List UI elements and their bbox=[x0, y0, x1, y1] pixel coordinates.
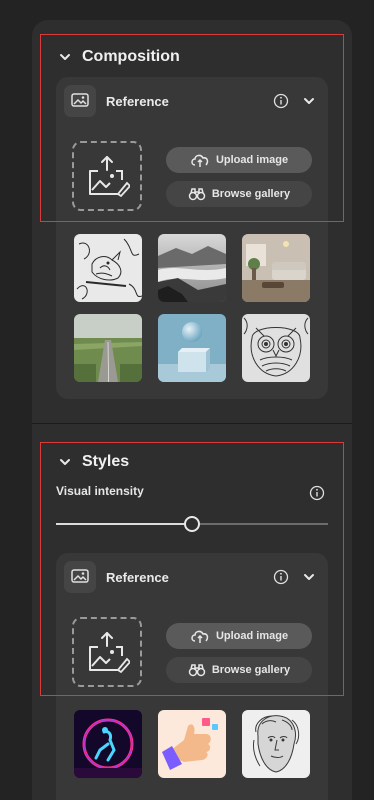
reference-image-icon bbox=[64, 85, 96, 117]
thumbnail-abstract-sphere[interactable] bbox=[158, 314, 226, 382]
visual-intensity-label: Visual intensity bbox=[56, 484, 144, 498]
reference-label: Reference bbox=[106, 93, 169, 109]
reference-header[interactable]: Reference bbox=[64, 84, 320, 118]
browse-gallery-button[interactable]: Browse gallery bbox=[166, 657, 312, 683]
composition-title: Composition bbox=[82, 48, 180, 65]
thumbnail-owl-pattern[interactable] bbox=[242, 314, 310, 382]
thumbnail-country-road[interactable] bbox=[74, 314, 142, 382]
reference-image-icon bbox=[64, 561, 96, 593]
thumbnail-neon-figure[interactable] bbox=[74, 710, 142, 778]
chevron-down-icon[interactable] bbox=[58, 50, 72, 64]
binoculars-icon bbox=[188, 664, 206, 677]
visual-intensity-slider[interactable] bbox=[56, 516, 328, 532]
settings-panel: Composition Reference Upload image Brows… bbox=[32, 20, 352, 800]
browse-gallery-label: Browse gallery bbox=[211, 664, 291, 676]
thumbnail-renaissance-portrait[interactable] bbox=[242, 710, 310, 778]
reference-label: Reference bbox=[106, 569, 169, 585]
thumbnail-misty-lake[interactable] bbox=[158, 234, 226, 302]
upload-image-button[interactable]: Upload image bbox=[166, 147, 312, 173]
reference-header[interactable]: Reference bbox=[64, 560, 320, 594]
styles-title: Styles bbox=[82, 453, 130, 470]
chevron-down-icon[interactable] bbox=[302, 94, 316, 108]
info-icon[interactable] bbox=[308, 484, 326, 502]
chevron-down-icon[interactable] bbox=[302, 570, 316, 584]
thumbnail-bird-sketch[interactable] bbox=[74, 234, 142, 302]
upload-image-label: Upload image bbox=[215, 630, 289, 642]
image-dropzone[interactable] bbox=[72, 617, 142, 687]
thumbnail-thumbs-up-3d[interactable] bbox=[158, 710, 226, 778]
binoculars-icon bbox=[188, 188, 206, 201]
styles-section-header[interactable]: Styles bbox=[58, 453, 129, 471]
section-divider bbox=[32, 423, 352, 424]
cloud-upload-icon bbox=[191, 154, 209, 167]
thumbnail-living-room[interactable] bbox=[242, 234, 310, 302]
browse-gallery-label: Browse gallery bbox=[211, 188, 291, 200]
image-upload-icon bbox=[89, 156, 130, 198]
composition-section-header[interactable]: Composition bbox=[58, 48, 180, 66]
composition-thumbnail-grid bbox=[74, 234, 310, 382]
chevron-down-icon[interactable] bbox=[58, 455, 72, 469]
browse-gallery-button[interactable]: Browse gallery bbox=[166, 181, 312, 207]
slider-fill bbox=[56, 523, 192, 525]
upload-image-label: Upload image bbox=[215, 154, 289, 166]
cloud-upload-icon bbox=[191, 630, 209, 643]
info-icon[interactable] bbox=[272, 568, 290, 586]
styles-reference-card: Reference Upload image Browse gallery bbox=[56, 553, 328, 800]
slider-handle[interactable] bbox=[184, 516, 200, 532]
image-upload-icon bbox=[89, 632, 130, 674]
image-dropzone[interactable] bbox=[72, 141, 142, 211]
info-icon[interactable] bbox=[272, 92, 290, 110]
upload-image-button[interactable]: Upload image bbox=[166, 623, 312, 649]
composition-reference-card: Reference Upload image Browse gallery bbox=[56, 77, 328, 399]
styles-thumbnail-grid bbox=[74, 710, 310, 778]
